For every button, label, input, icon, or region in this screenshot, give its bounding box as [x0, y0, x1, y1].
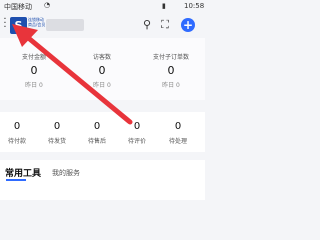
tools-tabs: 常用工具 我的服务	[0, 160, 205, 200]
stat-value: 0	[98, 64, 106, 77]
battery-icon: ▮	[162, 2, 166, 10]
search-icon[interactable]: ⚲	[140, 18, 154, 32]
order-label: 待发货	[47, 138, 66, 145]
stat-label: 访客数	[92, 54, 111, 61]
add-button[interactable]: +	[181, 18, 195, 32]
stat-paid-suborders[interactable]: 支付子订单数 0 昨日 0	[139, 52, 203, 89]
stat-label: 支付子订单数	[152, 54, 189, 61]
logo-caption: 连锁移动 商品/会员	[28, 17, 46, 27]
stat-yesterday: 昨日 0	[162, 82, 180, 89]
order-after-sales[interactable]: 0 待售后	[80, 121, 114, 145]
tab-my-services[interactable]: 我的服务	[52, 168, 80, 178]
more-vertical-icon[interactable]: · · ·	[2, 15, 8, 33]
order-label: 待付款	[7, 138, 26, 145]
order-count: 0	[133, 121, 141, 132]
order-count: 0	[13, 121, 21, 132]
clock: 10:58	[184, 2, 205, 10]
order-label: 待评价	[127, 138, 146, 145]
stat-payment-amount[interactable]: 支付金额 0 昨日 0	[2, 52, 66, 89]
stats-card: 支付金额 0 昨日 0 访客数 0 昨日 0 支付子订单数 0 昨日 0	[0, 38, 205, 100]
order-count: 0	[53, 121, 61, 132]
scan-icon[interactable]: ⛶	[158, 18, 172, 32]
stat-yesterday: 昨日 0	[93, 82, 111, 89]
order-pending-review[interactable]: 0 待评价	[120, 121, 154, 145]
shop-logo[interactable]: S	[10, 17, 27, 34]
shop-name-redacted	[46, 19, 84, 31]
stat-value: 0	[30, 64, 38, 77]
stat-label: 支付金额	[21, 54, 46, 61]
tab-common-tools[interactable]: 常用工具	[5, 166, 41, 179]
stat-visitors[interactable]: 访客数 0 昨日 0	[70, 52, 134, 89]
order-pending-shipment[interactable]: 0 待发货	[40, 121, 74, 145]
order-count: 0	[174, 121, 182, 132]
stat-yesterday: 昨日 0	[25, 82, 43, 89]
status-bar: 中国移动 ◔ ▮ 10:58	[0, 0, 205, 12]
order-count: 0	[93, 121, 101, 132]
order-status-card: 0 待付款 0 待发货 0 待售后 0 待评价 0 待处理	[0, 112, 205, 152]
stat-value: 0	[167, 64, 175, 77]
carrier-label: 中国移动	[4, 3, 32, 11]
order-label: 待售后	[87, 138, 106, 145]
order-pending-payment[interactable]: 0 待付款	[0, 121, 34, 145]
order-label: 待处理	[168, 138, 187, 145]
signal-icon: ◔	[44, 1, 51, 9]
app-header: · · · S 连锁移动 商品/会员 ⚲ ⛶ +	[0, 12, 205, 38]
active-tab-indicator	[6, 179, 26, 181]
order-pending-processing[interactable]: 0 待处理	[161, 121, 195, 145]
